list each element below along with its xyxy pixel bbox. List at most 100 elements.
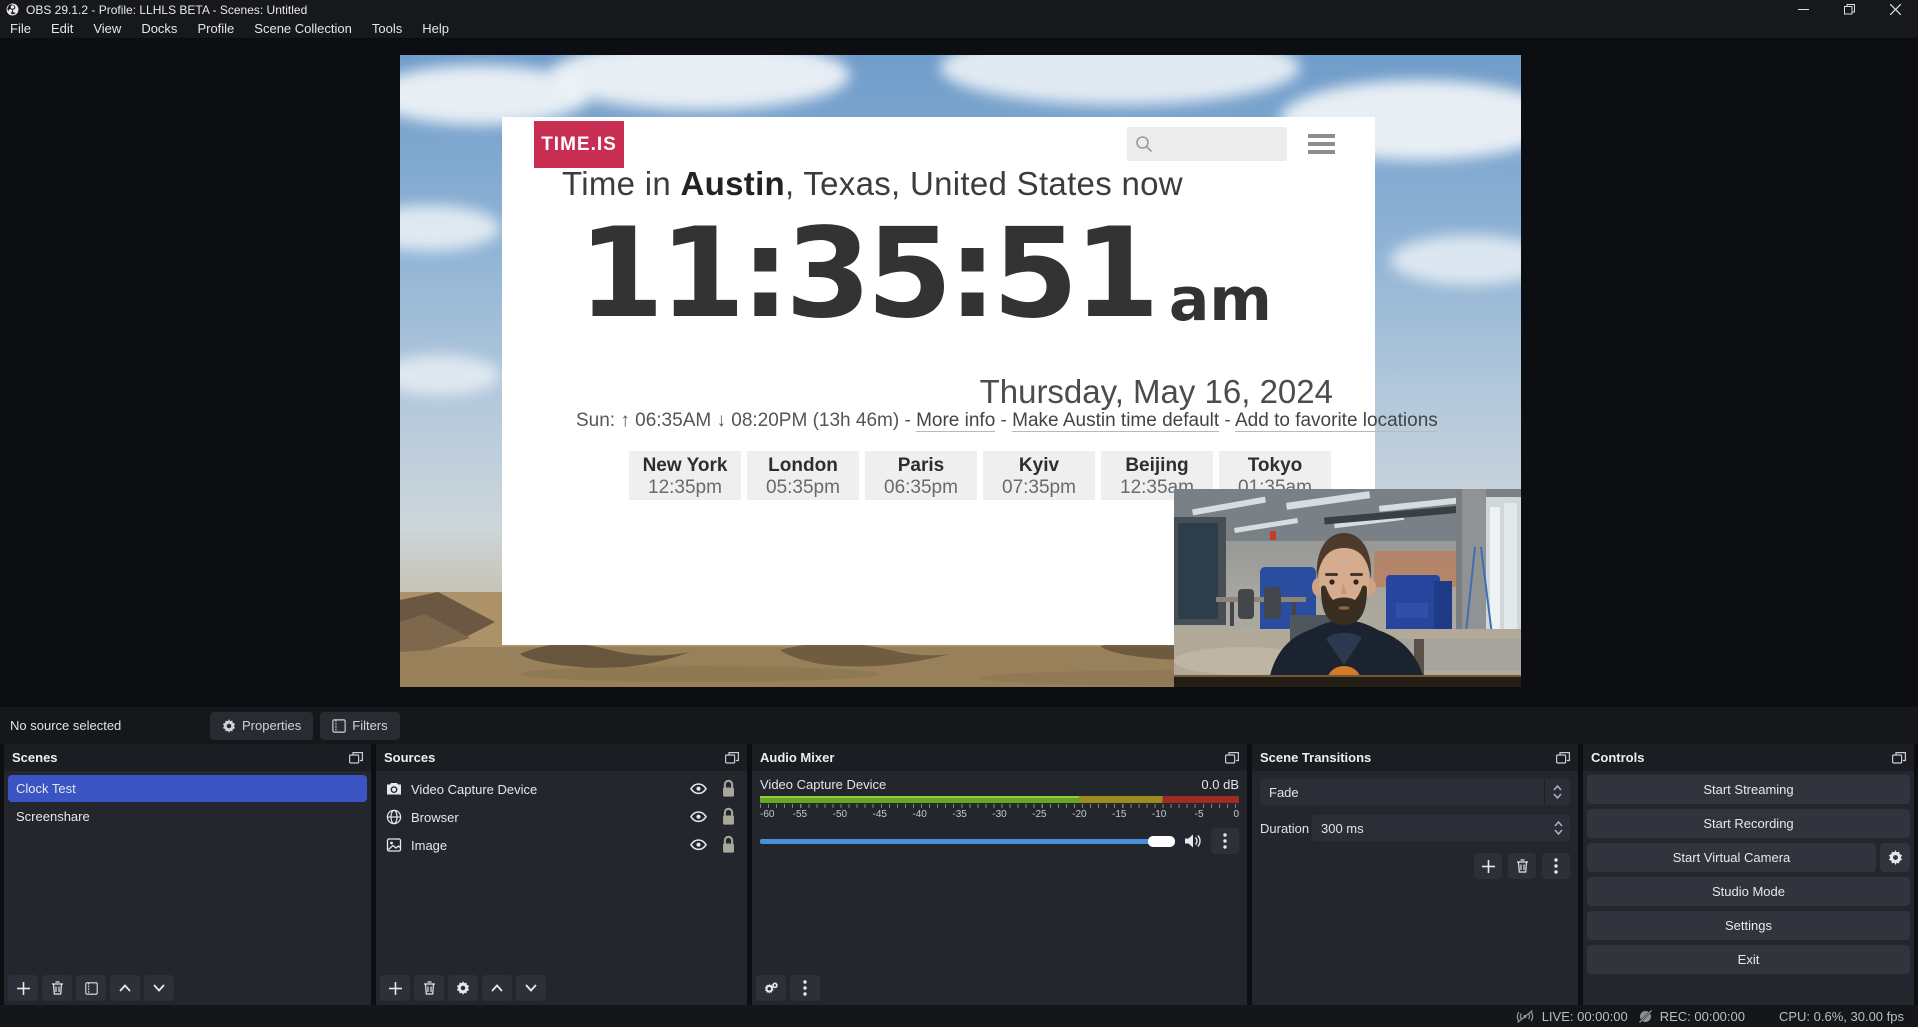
audio-mixer-header: Audio Mixer: [752, 744, 1247, 771]
city-box: London05:35pm: [747, 451, 859, 500]
clock-time: 11:35:51: [578, 209, 1155, 339]
kebab-menu-icon: [803, 980, 807, 996]
scene-filters-button[interactable]: [76, 975, 106, 1001]
combo-arrows-icon: [1544, 779, 1570, 805]
start-streaming-button[interactable]: Start Streaming: [1587, 775, 1910, 804]
filters-icon: [332, 719, 346, 733]
mixer-channel-menu-button[interactable]: [1211, 828, 1239, 854]
popout-icon[interactable]: [725, 752, 739, 764]
source-move-up-button[interactable]: [482, 975, 512, 1001]
visibility-eye-icon[interactable]: [690, 839, 707, 850]
transition-select[interactable]: Fade: [1260, 779, 1570, 805]
speaker-icon[interactable]: [1184, 833, 1202, 849]
city-box: Paris06:35pm: [865, 451, 977, 500]
start-virtual-camera-button[interactable]: Start Virtual Camera: [1587, 843, 1876, 872]
minimize-button[interactable]: [1780, 0, 1826, 19]
scenes-dock: Scenes Clock Test Screenshare: [4, 744, 371, 1005]
visibility-eye-icon[interactable]: [690, 811, 707, 822]
title-bar: OBS 29.1.2 - Profile: LLHLS BETA - Scene…: [0, 0, 1918, 19]
controls-header: Controls: [1583, 744, 1914, 771]
popout-icon[interactable]: [1225, 752, 1239, 764]
mixer-channel-level: 0.0 dB: [1201, 777, 1239, 792]
volume-slider[interactable]: [760, 839, 1175, 844]
timeis-sun-line: Sun: ↑ 06:35AM ↓ 08:20PM (13h 46m) - Mor…: [576, 410, 1438, 432]
volume-slider-handle[interactable]: [1148, 836, 1175, 847]
window-title: OBS 29.1.2 - Profile: LLHLS BETA - Scene…: [26, 3, 307, 17]
remove-transition-button[interactable]: [1508, 853, 1536, 879]
duration-spinbox[interactable]: 300 ms: [1312, 815, 1570, 841]
make-default-link: Make Austin time default: [1012, 410, 1219, 432]
program-canvas[interactable]: TIME.IS Time in Austin, Texas, United St…: [0, 40, 1918, 707]
transitions-header: Scene Transitions: [1252, 744, 1578, 771]
kebab-menu-icon: [1554, 858, 1558, 874]
scene-item-clock-test[interactable]: Clock Test: [8, 775, 367, 802]
source-item-browser[interactable]: Browser: [380, 803, 743, 831]
source-item-video-capture[interactable]: Video Capture Device: [380, 775, 743, 803]
visibility-eye-icon[interactable]: [690, 783, 707, 794]
cloud-shape: [940, 55, 1300, 105]
hamburger-menu-icon: [1308, 134, 1335, 158]
source-status-label: No source selected: [10, 718, 210, 733]
settings-button[interactable]: Settings: [1587, 911, 1910, 940]
obs-logo-icon: [6, 3, 19, 16]
remove-source-button[interactable]: [414, 975, 444, 1001]
menu-help[interactable]: Help: [412, 19, 459, 39]
cloud-shape: [550, 55, 850, 110]
close-button[interactable]: [1872, 0, 1918, 19]
scene-move-down-button[interactable]: [144, 975, 174, 1001]
timeis-search-box: [1127, 127, 1287, 161]
lock-icon[interactable]: [720, 835, 737, 854]
rec-time: REC: 00:00:00: [1660, 1009, 1745, 1024]
popout-icon[interactable]: [1556, 752, 1570, 764]
virtual-camera-settings-button[interactable]: [1880, 843, 1910, 872]
meter-scale: -60 -55 -50 -45 -40 -35 -30 -25 -20 -15 …: [760, 809, 1239, 821]
double-gear-icon: [763, 981, 779, 995]
gear-icon: [222, 719, 236, 733]
image-icon: [386, 837, 402, 853]
advanced-audio-button[interactable]: [756, 975, 786, 1001]
menu-scene-collection[interactable]: Scene Collection: [244, 19, 362, 39]
menu-file[interactable]: File: [0, 19, 41, 39]
popout-icon[interactable]: [349, 752, 363, 764]
menu-bar: File Edit View Docks Profile Scene Colle…: [0, 19, 1918, 39]
transition-menu-button[interactable]: [1542, 853, 1570, 879]
gear-icon: [1888, 850, 1903, 865]
start-recording-button[interactable]: Start Recording: [1587, 809, 1910, 838]
scene-move-up-button[interactable]: [110, 975, 140, 1001]
popout-icon[interactable]: [1892, 752, 1906, 764]
menu-profile[interactable]: Profile: [187, 19, 244, 39]
add-transition-button[interactable]: [1474, 853, 1502, 879]
remove-scene-button[interactable]: [42, 975, 72, 1001]
city-box: Kyiv07:35pm: [983, 451, 1095, 500]
search-icon: [1135, 135, 1153, 153]
lock-icon[interactable]: [720, 807, 737, 826]
cloud-shape: [400, 355, 500, 395]
source-properties-button[interactable]: [448, 975, 478, 1001]
scene-item-screenshare[interactable]: Screenshare: [8, 803, 367, 830]
source-move-down-button[interactable]: [516, 975, 546, 1001]
restore-button[interactable]: [1826, 0, 1872, 19]
mixer-menu-button[interactable]: [790, 975, 820, 1001]
mixer-channel-name: Video Capture Device: [760, 777, 886, 792]
menu-tools[interactable]: Tools: [362, 19, 412, 39]
spinbox-arrows-icon[interactable]: [1546, 821, 1570, 835]
sources-title: Sources: [384, 750, 435, 765]
add-scene-button[interactable]: [8, 975, 38, 1001]
stream-inactive-icon: [1515, 1009, 1535, 1024]
obs-window: OBS 29.1.2 - Profile: LLHLS BETA - Scene…: [0, 0, 1918, 1027]
scenes-title: Scenes: [12, 750, 58, 765]
sources-dock: Sources Video Capture Device Browser Ima…: [376, 744, 747, 1005]
cpu-fps-stats: CPU: 0.6%, 30.00 fps: [1779, 1009, 1904, 1024]
properties-button[interactable]: Properties: [210, 712, 313, 740]
filters-button[interactable]: Filters: [320, 712, 399, 740]
menu-view[interactable]: View: [83, 19, 131, 39]
source-item-image[interactable]: Image: [380, 831, 743, 859]
menu-docks[interactable]: Docks: [131, 19, 187, 39]
lock-icon[interactable]: [720, 779, 737, 798]
menu-edit[interactable]: Edit: [41, 19, 83, 39]
globe-icon: [386, 809, 402, 825]
studio-mode-button[interactable]: Studio Mode: [1587, 877, 1910, 906]
preview-video[interactable]: TIME.IS Time in Austin, Texas, United St…: [400, 55, 1521, 687]
exit-button[interactable]: Exit: [1587, 945, 1910, 974]
add-source-button[interactable]: [380, 975, 410, 1001]
